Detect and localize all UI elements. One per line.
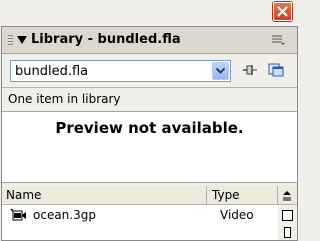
item-count-bar: One item in library	[2, 88, 297, 111]
preview-area: Preview not available.	[2, 111, 297, 182]
item-name: ocean.3gp	[33, 208, 96, 222]
panel-header[interactable]: Library - bundled.fla	[2, 27, 297, 54]
pin-icon[interactable]	[242, 63, 258, 77]
close-icon	[277, 6, 288, 17]
column-header-type-label: Type	[212, 188, 240, 202]
window-titlebar	[0, 0, 299, 26]
document-select-value: bundled.fla	[15, 64, 89, 79]
new-library-panel-icon[interactable]	[268, 63, 284, 77]
item-type: Video	[220, 208, 254, 222]
table-header: Name Type	[2, 186, 297, 205]
item-count-text: One item in library	[8, 92, 121, 106]
drag-grip-icon[interactable]	[8, 35, 13, 46]
document-select-dropdown-button[interactable]	[212, 62, 229, 80]
table-row[interactable]: ocean.3gp Video	[2, 205, 278, 225]
column-header-name[interactable]: Name	[2, 186, 207, 204]
column-header-type[interactable]: Type	[207, 186, 278, 204]
library-panel: Library - bundled.fla bundled.fla One it…	[1, 26, 298, 241]
library-side-buttons	[278, 205, 297, 240]
narrow-view-button[interactable]	[284, 227, 291, 238]
close-button[interactable]	[273, 2, 292, 21]
panel-toolbar: bundled.fla	[2, 54, 297, 88]
column-header-name-label: Name	[6, 188, 42, 202]
panel-title: Library - bundled.fla	[31, 32, 181, 47]
document-select[interactable]: bundled.fla	[10, 60, 231, 82]
options-menu-icon[interactable]	[272, 35, 286, 46]
preview-message: Preview not available.	[55, 119, 244, 137]
video-icon	[10, 208, 26, 221]
sort-order-icon[interactable]	[280, 188, 294, 202]
collapse-triangle-icon[interactable]	[17, 36, 27, 44]
chevron-down-icon	[216, 68, 225, 74]
wide-view-button[interactable]	[282, 210, 293, 221]
